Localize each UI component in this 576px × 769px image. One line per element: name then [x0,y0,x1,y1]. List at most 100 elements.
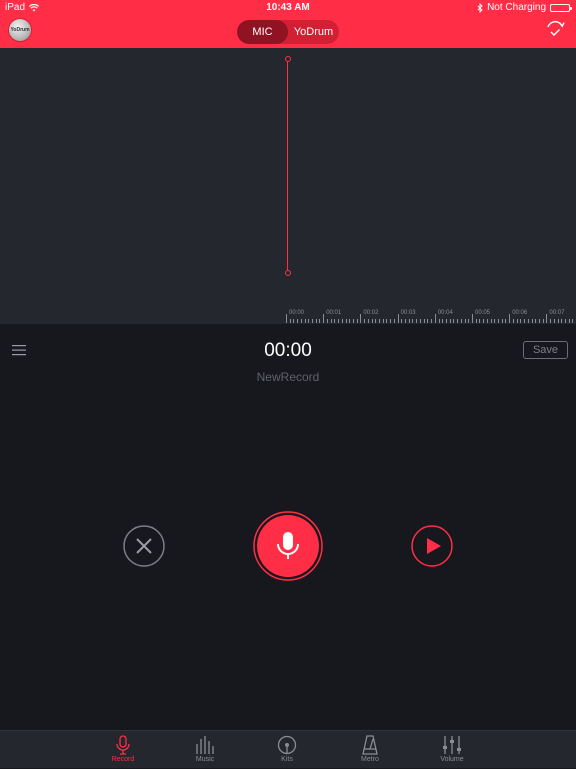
tab-record[interactable]: Record [93,731,153,769]
music-bars-icon [196,736,214,754]
timeline-tick [457,319,459,323]
timeline-tick [505,319,507,323]
tab-kits[interactable]: Kits [257,731,317,769]
timeline-tick [349,319,351,323]
save-button[interactable]: Save [523,341,568,359]
timeline-tick [468,319,470,323]
timeline-tick [483,319,485,323]
timeline-tick [516,319,518,323]
timeline-tick [512,319,514,323]
timeline-tick [520,319,522,323]
timeline-tick [509,314,511,323]
sliders-icon [443,736,461,754]
timeline-tick [423,319,425,323]
timeline-tick [438,319,440,323]
play-button[interactable] [411,525,453,567]
timeline-label: 00:05 [475,310,491,316]
tab-music[interactable]: Music [175,731,235,769]
bluetooth-icon [477,2,483,13]
timeline-tick [527,319,529,323]
avatar[interactable]: YoDrum [9,19,31,41]
timeline-tick [390,319,392,323]
timeline-tick [572,319,574,323]
timeline-tick [490,319,492,323]
timeline-tick [412,319,414,323]
timeline-tick [538,319,540,323]
timeline-tick [445,319,447,323]
battery-icon [550,3,572,12]
timeline-tick [557,319,559,323]
timeline-label: 00:02 [363,310,379,316]
tab-bar: Record Music Kits Metro Volume [0,730,576,768]
playhead-bottom-handle[interactable] [285,270,291,276]
timeline-tick [356,319,358,323]
tab-record-label: Record [111,756,135,763]
timeline-tick [386,319,388,323]
timeline-tick [431,319,433,323]
timeline-tick [546,314,548,323]
timeline-tick [382,319,384,323]
timeline-label: 00:00 [289,310,305,316]
timeline-tick [364,319,366,323]
timeline-tick [371,319,373,323]
sync-icon[interactable] [544,18,566,40]
timeline-tick [300,319,302,323]
waveform-area[interactable]: 00:00 00:01 00:02 00:03 00:04 00:05 00:06 00:07 [0,48,576,324]
playhead-top-handle[interactable] [285,56,291,62]
playhead-line[interactable] [287,59,288,273]
timeline-tick [416,319,418,323]
timeline-tick [475,319,477,323]
mic-icon [116,735,130,755]
timeline-tick [542,319,544,323]
timeline-tick [434,314,436,323]
timeline-tick [501,319,503,323]
timeline-tick [330,319,332,323]
timeline-tick [352,319,354,323]
timeline-tick [323,314,325,323]
tab-metro-label: Metro [361,756,379,763]
cancel-button[interactable] [123,525,165,567]
timeline-tick [524,319,526,323]
timeline-tick [442,319,444,323]
timeline-tick [326,319,328,323]
timeline-tick [494,319,496,323]
tab-music-label: Music [195,756,215,763]
timeline-tick [553,319,555,323]
record-button[interactable] [253,511,323,581]
timeline-label: 00:06 [512,310,528,316]
tab-volume[interactable]: Volume [422,731,482,769]
timeline-tick [568,319,570,323]
timeline-tick [393,319,395,323]
timeline-tick [479,319,481,323]
timeline-tick [449,319,451,323]
timeline-tick [289,319,291,323]
timeline-tick [319,319,321,323]
segment-yodrum[interactable]: YoDrum [288,20,339,44]
timeline-label: 00:07 [549,310,565,316]
timeline-tick [286,314,287,323]
timeline-tick [308,319,310,323]
status-right: Not Charging [477,2,572,13]
tab-volume-label: Volume [440,756,464,763]
tab-metro[interactable]: Metro [340,731,400,769]
timeline-tick [464,319,466,323]
timeline-tick [408,319,410,323]
timeline-tick [293,319,295,323]
timeline-tick [338,319,340,323]
timeline-tick [375,319,377,323]
timeline-tick [304,319,306,323]
timeline-tick [401,319,403,323]
segment-mic[interactable]: MIC [237,20,288,44]
timeline-label: 00:03 [400,310,416,316]
charging-status: Not Charging [487,2,546,13]
timeline-tick [367,319,369,323]
timeline-tick [561,319,563,323]
timeline-tick [312,319,314,323]
timeline-tick [341,319,343,323]
timeline-tick [460,319,462,323]
timeline-tick [379,319,380,323]
timeline-tick [427,319,429,323]
timeline-tick [315,319,317,323]
timeline-tick [535,319,537,323]
record-name[interactable]: NewRecord [0,370,576,384]
